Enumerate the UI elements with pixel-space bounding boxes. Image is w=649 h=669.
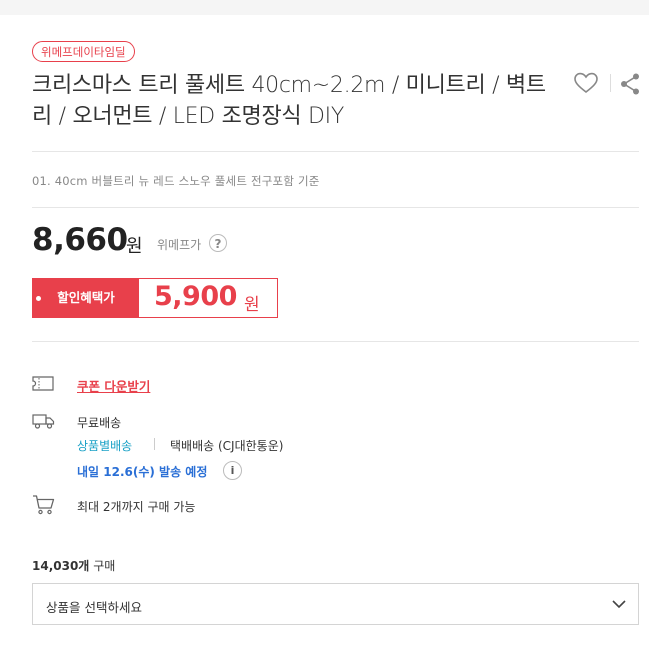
discount-label-text: 할인혜택가 — [57, 290, 115, 305]
discount-price-box: 할인혜택가 5,900 원 — [32, 278, 278, 318]
sold-count-number: 14,030개 — [32, 559, 90, 573]
purchase-limit: 최대 2개까지 구매 가능 — [77, 500, 196, 514]
dot-icon — [36, 296, 41, 301]
price-help-icon[interactable]: ? — [209, 234, 227, 252]
option-select-placeholder: 상품을 선택하세요 — [46, 600, 142, 615]
original-price: 8,660 — [32, 222, 128, 258]
divider — [32, 207, 639, 208]
original-price-unit: 원 — [126, 236, 143, 257]
shipping-divider — [154, 438, 155, 450]
option-select[interactable]: 상품을 선택하세요 — [32, 583, 639, 625]
icon-divider — [610, 74, 611, 92]
discount-price: 5,900 — [154, 281, 237, 312]
shipping-type: 상품별배송 — [77, 439, 133, 453]
sold-count-label: 구매 — [93, 559, 116, 573]
heart-icon[interactable] — [573, 71, 599, 95]
shipping-fee: 무료배송 — [77, 416, 122, 430]
deal-badge: 위메프데이타임딜 — [32, 41, 135, 62]
option-note: 01. 40cm 버블트리 뉴 레드 스노우 풀세트 전구포함 기준 — [32, 174, 320, 188]
coupon-download-link[interactable]: 쿠폰 다운받기 — [77, 376, 150, 395]
chevron-down-icon — [612, 600, 626, 609]
cart-icon — [33, 495, 55, 515]
shipping-carrier: 택배배송 (CJ대한통운) — [170, 439, 284, 453]
discount-label: 할인혜택가 — [33, 279, 139, 317]
discount-price-unit: 원 — [244, 295, 260, 315]
divider — [32, 341, 639, 342]
sold-count: 14,030개 구매 — [32, 557, 115, 574]
shipping-eta: 내일 12.6(수) 발송 예정 — [77, 465, 208, 479]
product-title: 크리스마스 트리 풀세트 40cm~2.2m / 미니트리 / 벽트리 / 오너… — [32, 73, 546, 129]
info-icon[interactable]: i — [223, 461, 242, 480]
divider — [32, 151, 639, 152]
ticket-icon — [32, 376, 54, 391]
top-bar — [0, 0, 649, 15]
share-icon[interactable] — [619, 72, 641, 96]
truck-icon — [32, 414, 55, 429]
price-label: 위메프가 — [157, 238, 202, 252]
